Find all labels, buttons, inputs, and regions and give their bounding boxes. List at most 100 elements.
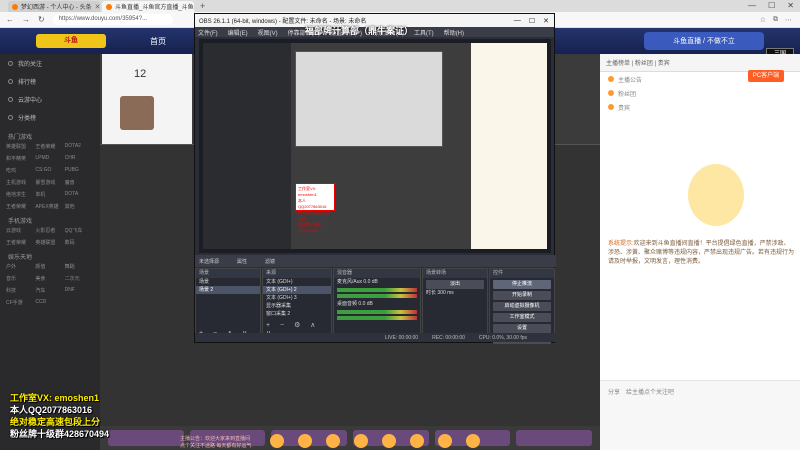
gift-icon[interactable] [410,434,424,448]
obs-status-bar: LIVE: 00:00:00 REC: 00:00:00 CPU: 0.0%, … [195,333,556,342]
maximize-icon[interactable]: ☐ [529,17,535,25]
source-item[interactable]: 文本 (GDI+) 2 [263,286,331,294]
minimize-icon[interactable]: — [748,1,756,10]
badge-icon [608,90,614,96]
close-window-icon[interactable]: ✕ [543,17,549,25]
menu-tools[interactable]: 工具(T) [414,28,434,37]
sidebar-game-link[interactable]: CS:GO [35,167,64,174]
sidebar-game-link[interactable]: DOTA2 [65,143,94,150]
tab-douyu[interactable]: 斗鱼直播_斗鱼官方直播_斗鱼✕ [102,1,194,12]
sidebar-game-link[interactable]: 汽车 [35,287,64,294]
sidebar-game-link[interactable]: 颜值 [35,263,64,270]
new-tab-button[interactable]: + [196,1,209,12]
forward-icon[interactable]: → [22,15,30,24]
source-item[interactable]: 文本 (GDI+) [263,278,331,286]
obs-overlay-text: 福部牌计算部（鼎牛案证） [305,26,414,36]
scene-item[interactable]: 场景 [196,278,260,286]
sidebar-game-link[interactable]: 二次元 [65,275,94,282]
gift-icon[interactable] [270,434,284,448]
pc-client-button[interactable]: PC客户端 [748,70,784,82]
menu-icon[interactable]: ⋯ [785,16,792,24]
sidebar-game-link[interactable]: PUBG [65,167,94,174]
watermark-overlay: 工作室VX: emoshen1 本人QQ2077863016 绝对稳定高速包段上… [10,392,109,440]
source-item[interactable]: 窗口采集 2 [263,310,331,318]
source-item[interactable]: 显示器采集 [263,302,331,310]
sidebar-game-link[interactable]: 数码 [65,239,94,246]
list-item[interactable]: 贵宾 [600,100,800,114]
gift-icon[interactable] [326,434,340,448]
volume-slider[interactable] [337,316,417,320]
sidebar-game-link[interactable]: 云游戏 [6,227,35,234]
douyu-logo[interactable]: 斗鱼 [36,34,106,48]
sidebar-game-link[interactable]: 其他 [65,203,94,210]
sidebar-game-link[interactable]: APEX英雄 [35,203,64,210]
sidebar-game-link[interactable]: 吃鸡 [6,167,35,174]
reload-icon[interactable]: ↻ [38,15,45,24]
sidebar-game-link[interactable]: DNF [65,287,94,294]
volume-slider[interactable] [337,294,417,298]
avatar[interactable] [120,96,154,130]
gift-icon[interactable] [438,434,452,448]
sidebar-game-link[interactable]: 音乐 [6,275,35,282]
transition-select[interactable]: 淡出 [426,280,484,289]
menu-view[interactable]: 视图(V) [258,28,278,37]
sidebar-item-rank[interactable]: 排行榜 [0,72,100,90]
stop-streaming-button[interactable]: 停止推流 [493,280,551,289]
sidebar-game-link[interactable]: QQ飞车 [65,227,94,234]
studio-mode-button[interactable]: 工作室模式 [493,313,551,322]
back-icon[interactable]: ← [6,15,14,24]
close-tab-icon[interactable]: ✕ [95,3,100,11]
sidebar-game-link[interactable]: 暴雪游戏 [35,179,64,186]
menu-file[interactable]: 文件(F) [198,28,218,37]
scene-item[interactable]: 场景 2 [196,286,260,294]
sidebar-game-link[interactable]: 绝地求生 [6,191,35,198]
sidebar-game-link[interactable]: CCD [35,299,64,306]
sidebar-game-link[interactable]: 英雄联盟 [35,239,64,246]
settings-button[interactable]: 设置 [493,324,551,333]
properties-button[interactable]: 属性 [237,258,247,265]
tab-profile[interactable]: 梦幻西游 - 个人中心 - 头条 ✕ [8,1,100,12]
menu-edit[interactable]: 编辑(E) [228,28,248,37]
nav-home-link[interactable]: 首页 [150,36,166,47]
share-label[interactable]: 分享 [608,387,620,396]
source-item[interactable]: 文本 (GDI+) 3 [263,294,331,302]
sidebar-item-follow[interactable]: 我的关注 [0,54,100,72]
sidebar-game-link[interactable]: CHR [65,155,94,162]
sidebar-item-category[interactable]: 分类榜 [0,108,100,126]
gift-icon[interactable] [466,434,480,448]
sidebar-game-link[interactable]: 英雄联盟 [6,143,35,150]
sidebar-game-link[interactable]: 王者荣耀 [6,203,35,210]
obs-preview[interactable]: 工作室VX: emoshen1 本人QQ2077863016 绝对稳定高速包段上… [199,39,551,253]
start-recording-button[interactable]: 开始录制 [493,291,551,300]
sidebar-game-link[interactable]: LPMD [35,155,64,162]
gift-icon[interactable] [298,434,312,448]
menu-help[interactable]: 帮助(H) [444,28,464,37]
maximize-icon[interactable]: ☐ [768,1,775,10]
list-item[interactable]: 粉丝团 [600,86,800,100]
close-window-icon[interactable]: ✕ [787,1,794,10]
sidebar-game-link[interactable]: 和平精英 [6,155,35,162]
star-icon[interactable]: ☆ [760,16,766,24]
sidebar-game-link[interactable]: CF手游 [6,299,35,306]
sidebar-item-cloud[interactable]: 云游中心 [0,90,100,108]
sidebar-game-link[interactable]: 户外 [6,263,35,270]
sidebar-game-link[interactable]: 主机游戏 [6,179,35,186]
gift-icon[interactable] [354,434,368,448]
sidebar-game-link[interactable]: 美食 [35,275,64,282]
top-banner[interactable]: 斗鱼直播 / 不做不立 [644,32,764,50]
sidebar-game-link[interactable]: DOTA [65,191,94,198]
virtual-camera-button[interactable]: 启动虚拟摄像机 [493,302,551,311]
sidebar-game-link[interactable]: 魔兽 [65,179,94,186]
filters-button[interactable]: 滤镜 [265,258,275,265]
duration-input[interactable]: 300 ms [437,290,453,296]
gift-icon[interactable] [382,434,396,448]
sidebar-game-link[interactable]: 舞蹈 [65,263,94,270]
sidebar-game-link[interactable]: 王者荣耀 [6,239,35,246]
sidebar-game-link[interactable]: 单机 [35,191,64,198]
extensions-icon[interactable]: ⧉ [773,16,778,24]
url-input[interactable]: https://www.douyu.com/35954?... [52,14,173,25]
sidebar-game-link[interactable]: 火影忍者 [35,227,64,234]
sidebar-game-link[interactable]: 王者荣耀 [35,143,64,150]
sidebar-game-link[interactable]: 科技 [6,287,35,294]
minimize-icon[interactable]: — [514,17,521,25]
